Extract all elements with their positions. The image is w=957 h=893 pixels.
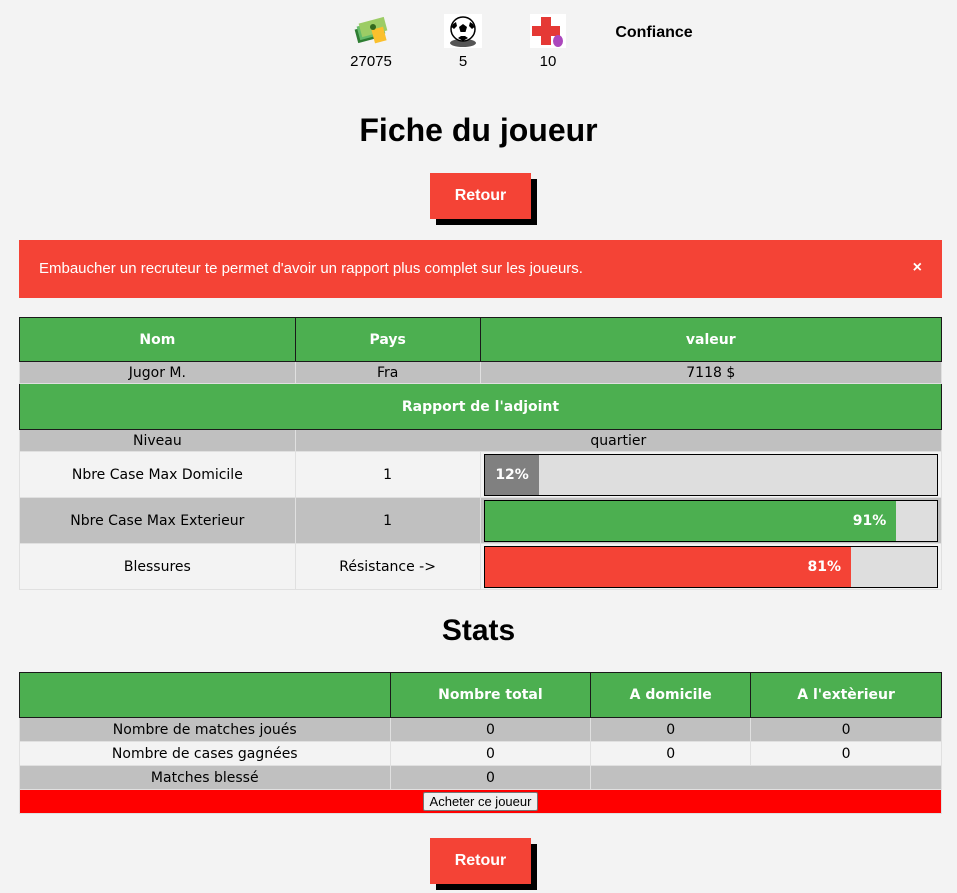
player-table: Nom Pays valeur Jugor M. Fra 7118 $ Rapp…: [19, 317, 943, 590]
medical-cross-icon: [530, 14, 566, 48]
header-total: Nombre total: [389, 672, 592, 718]
level-row: Niveau quartier: [19, 429, 943, 452]
header-blank: [19, 672, 391, 718]
retour-button-top[interactable]: Retour: [430, 173, 531, 219]
report-row: Nbre Case Max Domicile 1 12%: [19, 451, 943, 498]
page-title: Fiche du joueur: [359, 112, 598, 148]
stats-empty: [590, 765, 942, 790]
stats-away: 0: [750, 741, 942, 766]
player-country: Fra: [294, 361, 481, 384]
header-country: Pays: [294, 317, 481, 362]
close-icon[interactable]: ×: [913, 259, 922, 277]
stats-row-cases: Nombre de cases gagnées 0 0 0: [19, 741, 942, 766]
football-icon: [444, 14, 482, 48]
report-label: Nbre Case Max Exterieur: [19, 497, 296, 544]
confidence-label: Confiance: [615, 24, 693, 41]
player-row: Jugor M. Fra 7118 $: [19, 361, 943, 384]
recruiter-alert: Embaucher un recruteur te permet d'avoir…: [19, 240, 942, 298]
alert-message: Embaucher un recruteur te permet d'avoir…: [39, 260, 583, 277]
report-label: Nbre Case Max Domicile: [19, 451, 296, 498]
balls-value: 5: [458, 53, 468, 70]
stats-away: 0: [750, 717, 942, 742]
stats-total: 0: [389, 717, 592, 742]
health-value: 10: [539, 53, 557, 70]
player-value: 7118 $: [479, 361, 943, 384]
stats-title: Stats: [441, 614, 516, 647]
progress-fill: 81%: [484, 546, 852, 587]
stats-home: 0: [590, 717, 752, 742]
report-value: 1: [294, 497, 481, 544]
report-value: Résistance ->: [294, 543, 481, 590]
player-name: Jugor M.: [19, 361, 296, 384]
level-value: quartier: [294, 429, 943, 452]
report-title: Rapport de l'adjoint: [19, 383, 942, 430]
stats-row-matches: Nombre de matches joués 0 0 0: [19, 717, 942, 742]
progress-bar: 12%: [483, 453, 938, 496]
progress-bar: 81%: [483, 545, 938, 588]
health-resource: 10: [528, 14, 568, 70]
report-row: Blessures Résistance -> 81%: [19, 543, 943, 590]
report-value: 1: [294, 451, 481, 498]
report-label: Blessures: [19, 543, 296, 590]
stats-total: 0: [389, 741, 592, 766]
stats-table: Nombre total A domicile A l'extèrieur No…: [19, 672, 942, 814]
level-label: Niveau: [19, 429, 296, 452]
header-value: valeur: [479, 317, 943, 362]
progress-fill: 91%: [484, 500, 897, 541]
report-row: Nbre Case Max Exterieur 1 91%: [19, 497, 943, 544]
stats-row-injured: Matches blessé 0: [19, 765, 942, 790]
balls-resource: 5: [441, 14, 485, 70]
stats-label: Nombre de matches joués: [19, 717, 391, 742]
money-resource: 27075: [345, 14, 397, 70]
stats-label: Nombre de cases gagnées: [19, 741, 391, 766]
money-icon: [353, 14, 389, 48]
stats-total: 0: [389, 765, 592, 790]
progress-fill: 12%: [484, 454, 539, 495]
stats-home: 0: [590, 741, 752, 766]
retour-button-bottom[interactable]: Retour: [430, 838, 531, 884]
progress-bar: 91%: [483, 499, 938, 542]
resource-bar: 27075 5 10 Confiance: [0, 14, 957, 76]
header-name: Nom: [19, 317, 296, 362]
money-value: 27075: [350, 53, 392, 70]
stats-label: Matches blessé: [19, 765, 391, 790]
buy-row: Acheter ce joueur: [19, 789, 942, 814]
header-home: A domicile: [590, 672, 752, 718]
buy-player-button[interactable]: Acheter ce joueur: [422, 792, 539, 811]
header-away: A l'extèrieur: [750, 672, 942, 718]
